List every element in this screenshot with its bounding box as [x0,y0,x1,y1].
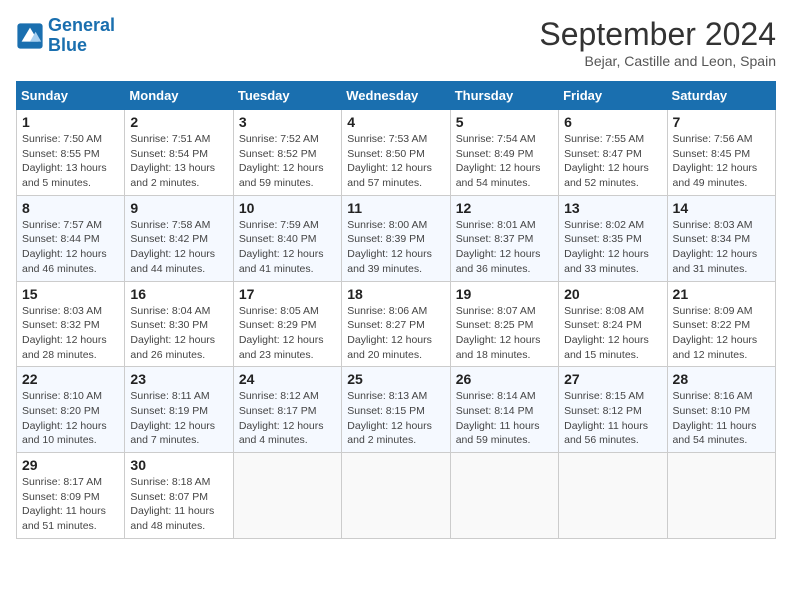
empty-cell-4 [559,453,667,539]
day-7: 7 Sunrise: 7:56 AMSunset: 8:45 PMDayligh… [667,110,775,196]
day-13: 13 Sunrise: 8:02 AMSunset: 8:35 PMDaylig… [559,195,667,281]
day-26: 26 Sunrise: 8:14 AMSunset: 8:14 PMDaylig… [450,367,558,453]
day-22: 22 Sunrise: 8:10 AMSunset: 8:20 PMDaylig… [17,367,125,453]
day-4: 4 Sunrise: 7:53 AMSunset: 8:50 PMDayligh… [342,110,450,196]
day-14: 14 Sunrise: 8:03 AMSunset: 8:34 PMDaylig… [667,195,775,281]
empty-cell-5 [667,453,775,539]
month-title: September 2024 [539,16,776,53]
calendar-row-4: 22 Sunrise: 8:10 AMSunset: 8:20 PMDaylig… [17,367,776,453]
day-21: 21 Sunrise: 8:09 AMSunset: 8:22 PMDaylig… [667,281,775,367]
col-sunday: Sunday [17,82,125,110]
day-8: 8 Sunrise: 7:57 AMSunset: 8:44 PMDayligh… [17,195,125,281]
day-12: 12 Sunrise: 8:01 AMSunset: 8:37 PMDaylig… [450,195,558,281]
day-6: 6 Sunrise: 7:55 AMSunset: 8:47 PMDayligh… [559,110,667,196]
day-29: 29 Sunrise: 8:17 AMSunset: 8:09 PMDaylig… [17,453,125,539]
day-17: 17 Sunrise: 8:05 AMSunset: 8:29 PMDaylig… [233,281,341,367]
day-16: 16 Sunrise: 8:04 AMSunset: 8:30 PMDaylig… [125,281,233,367]
day-3: 3 Sunrise: 7:52 AMSunset: 8:52 PMDayligh… [233,110,341,196]
col-monday: Monday [125,82,233,110]
day-10: 10 Sunrise: 7:59 AMSunset: 8:40 PMDaylig… [233,195,341,281]
col-thursday: Thursday [450,82,558,110]
day-20: 20 Sunrise: 8:08 AMSunset: 8:24 PMDaylig… [559,281,667,367]
day-27: 27 Sunrise: 8:15 AMSunset: 8:12 PMDaylig… [559,367,667,453]
logo-line2: Blue [48,35,87,55]
day-19: 19 Sunrise: 8:07 AMSunset: 8:25 PMDaylig… [450,281,558,367]
day-28: 28 Sunrise: 8:16 AMSunset: 8:10 PMDaylig… [667,367,775,453]
logo-icon [16,22,44,50]
calendar-row-3: 15 Sunrise: 8:03 AMSunset: 8:32 PMDaylig… [17,281,776,367]
empty-cell-3 [450,453,558,539]
logo-text: General Blue [48,16,115,56]
day-2: 2 Sunrise: 7:51 AMSunset: 8:54 PMDayligh… [125,110,233,196]
day-1: 1 Sunrise: 7:50 AMSunset: 8:55 PMDayligh… [17,110,125,196]
col-tuesday: Tuesday [233,82,341,110]
col-saturday: Saturday [667,82,775,110]
day-5: 5 Sunrise: 7:54 AMSunset: 8:49 PMDayligh… [450,110,558,196]
day-9: 9 Sunrise: 7:58 AMSunset: 8:42 PMDayligh… [125,195,233,281]
day-24: 24 Sunrise: 8:12 AMSunset: 8:17 PMDaylig… [233,367,341,453]
day-25: 25 Sunrise: 8:13 AMSunset: 8:15 PMDaylig… [342,367,450,453]
title-area: September 2024 Bejar, Castille and Leon,… [539,16,776,69]
day-23: 23 Sunrise: 8:11 AMSunset: 8:19 PMDaylig… [125,367,233,453]
location-subtitle: Bejar, Castille and Leon, Spain [539,53,776,69]
logo: General Blue [16,16,115,56]
logo-line1: General [48,15,115,35]
calendar-row-2: 8 Sunrise: 7:57 AMSunset: 8:44 PMDayligh… [17,195,776,281]
calendar-header-row: Sunday Monday Tuesday Wednesday Thursday… [17,82,776,110]
day-18: 18 Sunrise: 8:06 AMSunset: 8:27 PMDaylig… [342,281,450,367]
empty-cell-2 [342,453,450,539]
day-11: 11 Sunrise: 8:00 AMSunset: 8:39 PMDaylig… [342,195,450,281]
day-15: 15 Sunrise: 8:03 AMSunset: 8:32 PMDaylig… [17,281,125,367]
empty-cell-1 [233,453,341,539]
calendar-row-1: 1 Sunrise: 7:50 AMSunset: 8:55 PMDayligh… [17,110,776,196]
header: General Blue September 2024 Bejar, Casti… [16,16,776,69]
calendar-table: Sunday Monday Tuesday Wednesday Thursday… [16,81,776,539]
col-friday: Friday [559,82,667,110]
calendar-row-5: 29 Sunrise: 8:17 AMSunset: 8:09 PMDaylig… [17,453,776,539]
day-30: 30 Sunrise: 8:18 AMSunset: 8:07 PMDaylig… [125,453,233,539]
col-wednesday: Wednesday [342,82,450,110]
